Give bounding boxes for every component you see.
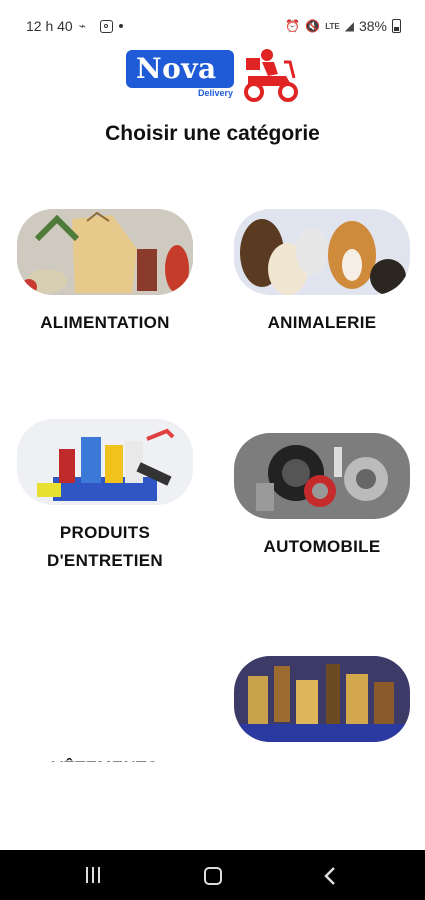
category-card-automobile[interactable]: AUTOMOBILE (234, 433, 410, 561)
logo-name: Nova (136, 52, 217, 85)
battery-icon (392, 19, 401, 33)
app-logo: Nova Delivery (122, 46, 302, 104)
page-title: Choisir une catégorie (105, 122, 320, 145)
signal-icon: ◢ (344, 19, 354, 33)
scroll-clip (0, 762, 425, 850)
notification-dot-icon (118, 24, 123, 28)
category-image-produits-entretien (17, 419, 193, 505)
category-label: AUTOMOBILE (263, 537, 381, 556)
system-nav-bar (0, 850, 425, 900)
category-image-alimentation (17, 209, 193, 295)
back-icon[interactable] (318, 864, 348, 888)
battery-level: 38% (358, 18, 387, 34)
category-image-animalerie (234, 209, 410, 295)
home-icon[interactable] (198, 864, 228, 888)
network-type-label: LTE (325, 21, 340, 31)
scooter-icon (244, 49, 298, 102)
wifi-call-icon: ⌁ (78, 19, 86, 33)
category-card-produits-entretien[interactable]: PRODUITS D'ENTRETIEN (17, 419, 193, 575)
recents-icon[interactable] (80, 864, 110, 888)
category-label: PRODUITS D'ENTRETIEN (47, 523, 163, 570)
status-time: 12 h 40 (26, 18, 73, 34)
category-label: ANIMALERIE (267, 313, 377, 332)
instagram-icon (99, 19, 113, 33)
logo-tagline: Delivery (198, 88, 234, 98)
mute-icon: 🔇 (305, 19, 321, 33)
alarm-icon: ⏰ (285, 19, 301, 33)
status-bar: 12 h 40 ⌁ ⏰ 🔇 LTE ◢ 38% (0, 0, 425, 38)
category-image-artisanat (234, 656, 410, 742)
category-label: ALIMENTATION (40, 313, 170, 332)
category-image-automobile (234, 433, 410, 519)
category-card-animalerie[interactable]: ANIMALERIE (234, 209, 410, 337)
category-card-alimentation[interactable]: ALIMENTATION (17, 209, 193, 337)
